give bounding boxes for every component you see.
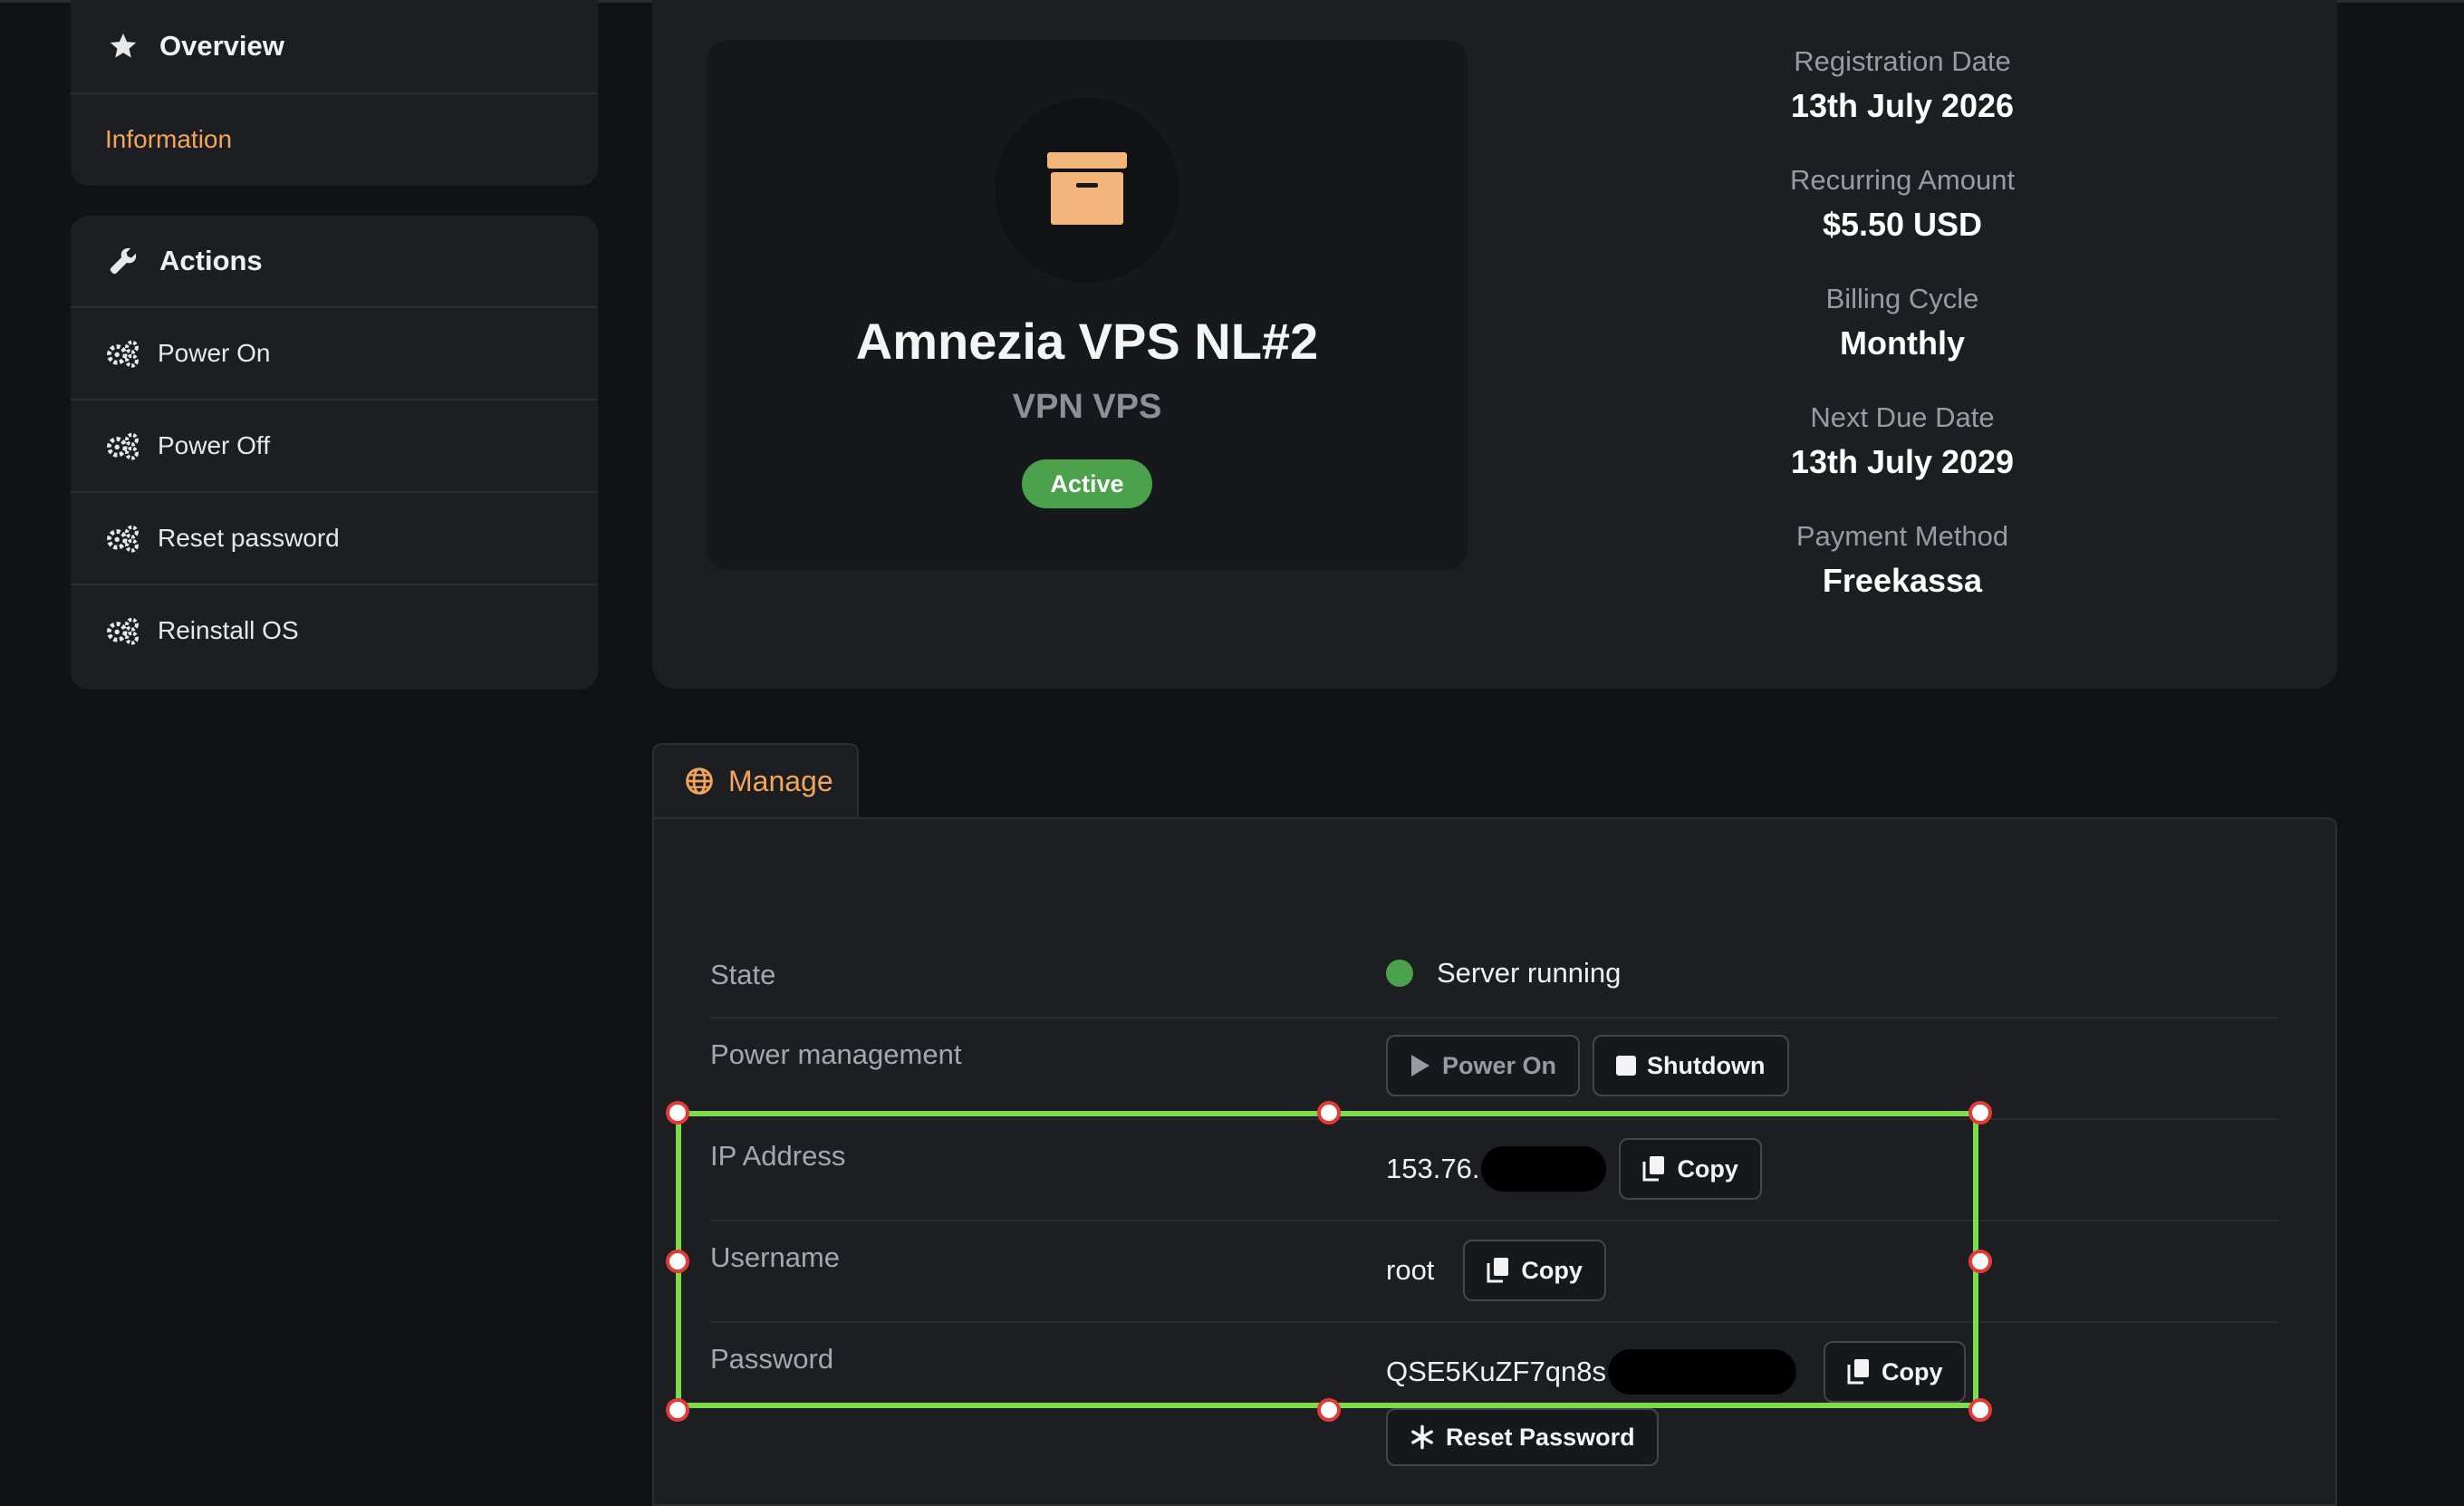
detail-value: $5.50 USD (1822, 206, 1983, 243)
selection-handle-bottom-left[interactable] (666, 1398, 689, 1422)
power-on-button[interactable]: Power On (1386, 1035, 1581, 1096)
detail-label: Recurring Amount (1789, 164, 2016, 196)
reset-password-button[interactable]: Reset Password (1386, 1408, 1659, 1466)
play-icon (1410, 1054, 1431, 1077)
detail-payment-method: Payment Method Freekassa (1585, 515, 2219, 633)
sidebar-actions-title: Actions (159, 245, 263, 276)
power-management-label: Power management (710, 1038, 962, 1070)
billing-details: Registration Date 13th July 2026 Recurri… (1585, 40, 2219, 633)
sidebar-actions-panel: Actions Power On Power Off Reset passwor… (71, 216, 598, 690)
gears-icon (105, 613, 141, 649)
sidebar-item-label: Power On (158, 339, 271, 367)
selection-handle-middle-left[interactable] (666, 1250, 689, 1273)
product-name: Amnezia VPS NL#2 (855, 313, 1319, 370)
state-value: Server running (1437, 957, 1622, 989)
gears-icon (105, 428, 141, 464)
status-badge: Active (1022, 459, 1152, 508)
detail-label: Billing Cycle (1825, 283, 1979, 314)
sidebar-item-power-on[interactable]: Power On (71, 306, 598, 399)
wrench-icon (105, 243, 141, 279)
reset-password-label: Reset Password (1446, 1423, 1635, 1451)
shutdown-label: Shutdown (1647, 1051, 1766, 1079)
asterisk-icon (1410, 1424, 1435, 1450)
detail-billing-cycle: Billing Cycle Monthly (1585, 277, 2219, 396)
selection-handle-top-center[interactable] (1317, 1101, 1341, 1125)
selection-box[interactable] (676, 1111, 1978, 1408)
detail-value: 13th July 2026 (1790, 87, 2015, 124)
selection-handle-top-right[interactable] (1968, 1101, 1992, 1125)
state-value-group: Server running (1386, 957, 1621, 990)
stop-icon (1616, 1056, 1637, 1076)
sidebar-item-information[interactable]: Information (71, 92, 598, 185)
reset-password-group: Reset Password (1373, 1408, 1659, 1466)
product-card: Amnezia VPS NL#2 VPN VPS Active (707, 40, 1468, 570)
gears-icon (105, 520, 141, 556)
tab-manage-label: Manage (728, 764, 833, 797)
selection-handle-bottom-right[interactable] (1968, 1398, 1992, 1422)
product-icon-circle (995, 98, 1179, 283)
tab-manage[interactable]: Manage (652, 743, 859, 817)
power-on-label: Power On (1442, 1051, 1557, 1079)
state-label: State (710, 959, 776, 990)
sidebar-item-label: Reset password (158, 524, 340, 552)
selection-handle-bottom-center[interactable] (1317, 1398, 1341, 1422)
sidebar-item-label: Reinstall OS (158, 616, 299, 644)
sidebar-overview-title: Overview (159, 30, 284, 62)
status-dot (1386, 960, 1413, 987)
power-buttons: Power On Shutdown (1373, 1035, 1789, 1096)
sidebar-item-reinstall-os[interactable]: Reinstall OS (71, 584, 598, 676)
detail-value: 13th July 2029 (1790, 443, 2015, 480)
sidebar-item-power-off[interactable]: Power Off (71, 399, 598, 491)
detail-value: Monthly (1840, 324, 1965, 362)
detail-registration-date: Registration Date 13th July 2026 (1585, 40, 2219, 159)
sidebar-item-reset-password[interactable]: Reset password (71, 491, 598, 584)
gears-icon (105, 335, 141, 372)
sidebar-actions-header: Actions (71, 216, 598, 306)
sidebar-item-label: Power Off (158, 431, 270, 459)
detail-recurring-amount: Recurring Amount $5.50 USD (1585, 159, 2219, 277)
sidebar-item-label: Information (105, 125, 233, 153)
detail-label: Registration Date (1794, 45, 2011, 77)
archive-box-icon (1047, 151, 1127, 229)
detail-value: Freekassa (1822, 562, 1983, 599)
star-icon (105, 28, 141, 64)
sidebar-overview-header: Overview (71, 0, 598, 92)
detail-label: Next Due Date (1810, 401, 1995, 433)
selection-handle-middle-right[interactable] (1968, 1250, 1992, 1273)
selection-handle-top-left[interactable] (666, 1101, 689, 1125)
shutdown-button[interactable]: Shutdown (1593, 1035, 1789, 1096)
state-row: State Server running (710, 946, 2277, 1018)
detail-label: Payment Method (1795, 520, 2009, 552)
power-management-row: Power management Power On Shutdown (710, 1018, 2277, 1120)
product-group: VPN VPS (1012, 388, 1162, 426)
detail-next-due-date: Next Due Date 13th July 2029 (1585, 396, 2219, 515)
globe-icon (685, 766, 716, 796)
sidebar-overview-panel: Overview Information (71, 0, 598, 186)
